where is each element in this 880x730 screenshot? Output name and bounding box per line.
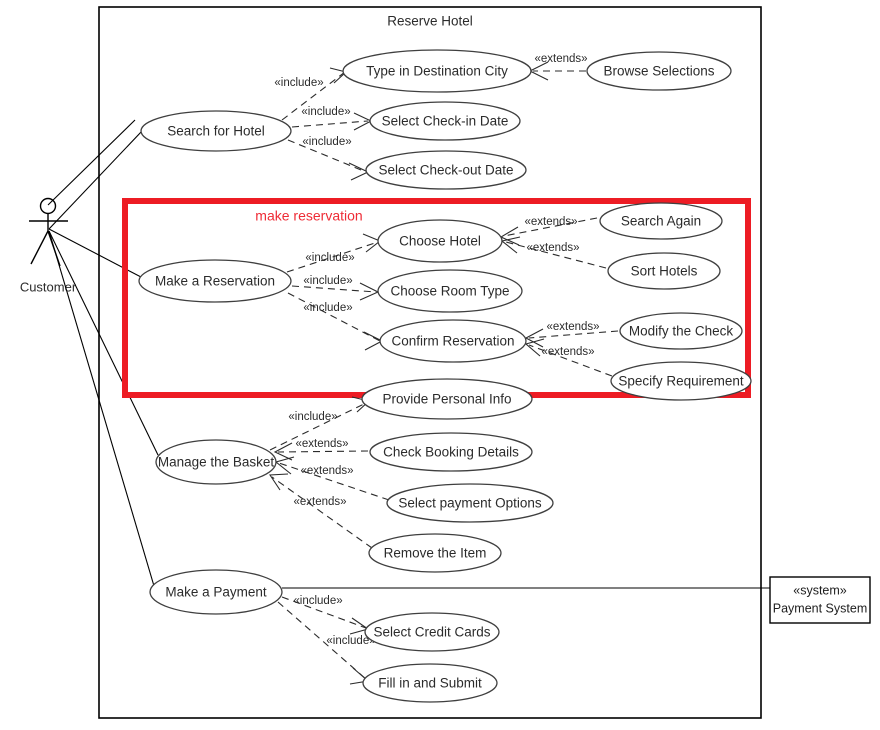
actor-label: Customer [20, 279, 77, 294]
use-case-label: Make a Reservation [155, 274, 275, 289]
use-case-modify_check[interactable]: Modify the Check [619, 312, 743, 350]
use-case-label: Modify the Check [629, 324, 734, 339]
use-case-nodes: Search for Hotel Type in Destination City… [138, 49, 752, 703]
use-case-label: Manage the Basket [158, 455, 275, 470]
use-case-make_res[interactable]: Make a Reservation [138, 259, 292, 303]
relationship-label-include-manage_basket-personal_info: «include» [288, 411, 337, 423]
payment-system-node[interactable]: «system» Payment System [769, 576, 871, 624]
use-case-label: Search for Hotel [167, 124, 265, 139]
payment-system-stereotype: «system» [793, 583, 847, 597]
relationship-label-include-make_payment-credit_cards: «include» [293, 595, 342, 607]
relationship-label-extends-remove_item-manage_basket: «extends» [293, 496, 346, 508]
arrowhead-confirm [363, 331, 384, 351]
assoc-make-a-payment [48, 230, 155, 587]
rel-include-confirm [287, 292, 381, 342]
use-case-label: Type in Destination City [366, 64, 508, 79]
use-case-label: Select Check-out Date [378, 163, 513, 178]
use-case-label: Specify Requirement [618, 374, 744, 389]
relationship-label-extends-select_payment-manage_basket: «extends» [300, 465, 353, 477]
use-case-label: Choose Hotel [399, 234, 481, 249]
relationship-label-include-make_res-confirm_res: «include» [303, 302, 352, 314]
rel-extends-remove-item [271, 476, 373, 549]
use-case-checkout[interactable]: Select Check-out Date [365, 150, 527, 190]
use-case-manage_basket[interactable]: Manage the Basket [155, 439, 277, 485]
arrowhead-choose-hotel [362, 233, 382, 253]
assoc-search-for-hotel [48, 130, 143, 230]
relationship-label-include-search_hotel-checkin: «include» [301, 106, 350, 118]
use-case-label: Make a Payment [165, 585, 267, 600]
relationship-label-extends-search_again-choose_hotel: «extends» [524, 216, 577, 228]
actor-leg-left-icon [30, 230, 49, 265]
payment-system-name: Payment System [773, 601, 867, 615]
rel-include-checkin [291, 120, 369, 128]
arrowhead-checkout [348, 162, 370, 181]
arrowhead-modify-check [524, 328, 544, 348]
use-case-label: Sort Hotels [631, 264, 698, 279]
use-case-checkin[interactable]: Select Check-in Date [369, 101, 521, 141]
use-case-fill_submit[interactable]: Fill in and Submit [362, 663, 498, 703]
diagram-canvas: Reserve Hotel Customer make reservation [20, 6, 871, 719]
relationship-label-include-make_res-choose_room: «include» [303, 275, 352, 287]
relationship-label-extends-browse-type_city: «extends» [534, 53, 587, 65]
boundary-title: Reserve Hotel [387, 14, 473, 29]
use-case-diagram: Reserve Hotel Customer make reservation [0, 0, 880, 730]
use-case-type_city[interactable]: Type in Destination City [342, 49, 532, 93]
use-case-search_again[interactable]: Search Again [599, 202, 723, 240]
arrowhead-sort-hotels [500, 236, 521, 254]
use-case-label: Select Check-in Date [382, 114, 509, 129]
use-case-label: Fill in and Submit [378, 676, 482, 691]
relationship-label-include-make_res-choose_hotel: «include» [305, 252, 354, 264]
use-case-make_payment[interactable]: Make a Payment [149, 569, 283, 615]
assoc-manage-the-basket [48, 230, 159, 456]
relationship-label-extends-check_booking-manage_basket: «extends» [295, 438, 348, 450]
use-case-credit_cards[interactable]: Select Credit Cards [364, 612, 500, 652]
relationship-label-extends-specify_req-confirm_res: «extends» [541, 346, 594, 358]
use-case-label: Search Again [621, 214, 701, 229]
use-case-label: Confirm Reservation [391, 334, 514, 349]
use-case-remove_item[interactable]: Remove the Item [368, 533, 502, 573]
use-case-choose_hotel[interactable]: Choose Hotel [377, 219, 503, 263]
use-case-label: Select payment Options [398, 496, 542, 511]
use-case-label: Select Credit Cards [373, 625, 490, 640]
use-case-label: Remove the Item [384, 546, 487, 561]
actor-customer[interactable]: Customer [20, 197, 77, 295]
use-case-personal_info[interactable]: Provide Personal Info [361, 378, 533, 420]
use-case-sort_hotels[interactable]: Sort Hotels [607, 252, 721, 290]
assoc-upper-ray [47, 119, 136, 206]
use-case-label: Check Booking Details [383, 445, 519, 460]
use-case-search_hotel[interactable]: Search for Hotel [140, 110, 292, 152]
use-case-label: Choose Room Type [390, 284, 509, 299]
use-case-specify_req[interactable]: Specify Requirement [610, 361, 752, 401]
use-case-select_payment[interactable]: Select payment Options [386, 483, 554, 523]
make-reservation-group-title: make reservation [255, 208, 362, 224]
use-case-label: Browse Selections [603, 64, 714, 79]
rel-extends-check-booking [277, 450, 369, 453]
use-case-check_booking[interactable]: Check Booking Details [369, 432, 533, 472]
use-case-confirm_res[interactable]: Confirm Reservation [379, 319, 527, 363]
relationship-label-include-search_hotel-checkout: «include» [302, 136, 351, 148]
use-case-label: Provide Personal Info [382, 392, 511, 407]
actor-association-lines [47, 119, 159, 587]
relationship-label-extends-sort_hotels-choose_hotel: «extends» [526, 242, 579, 254]
actor-head-icon [39, 197, 57, 215]
use-case-browse[interactable]: Browse Selections [586, 51, 732, 91]
relationship-label-include-search_hotel-type_city: «include» [274, 77, 323, 89]
relationship-label-extends-modify_check-confirm_res: «extends» [546, 321, 599, 333]
use-case-choose_room[interactable]: Choose Room Type [377, 269, 523, 313]
